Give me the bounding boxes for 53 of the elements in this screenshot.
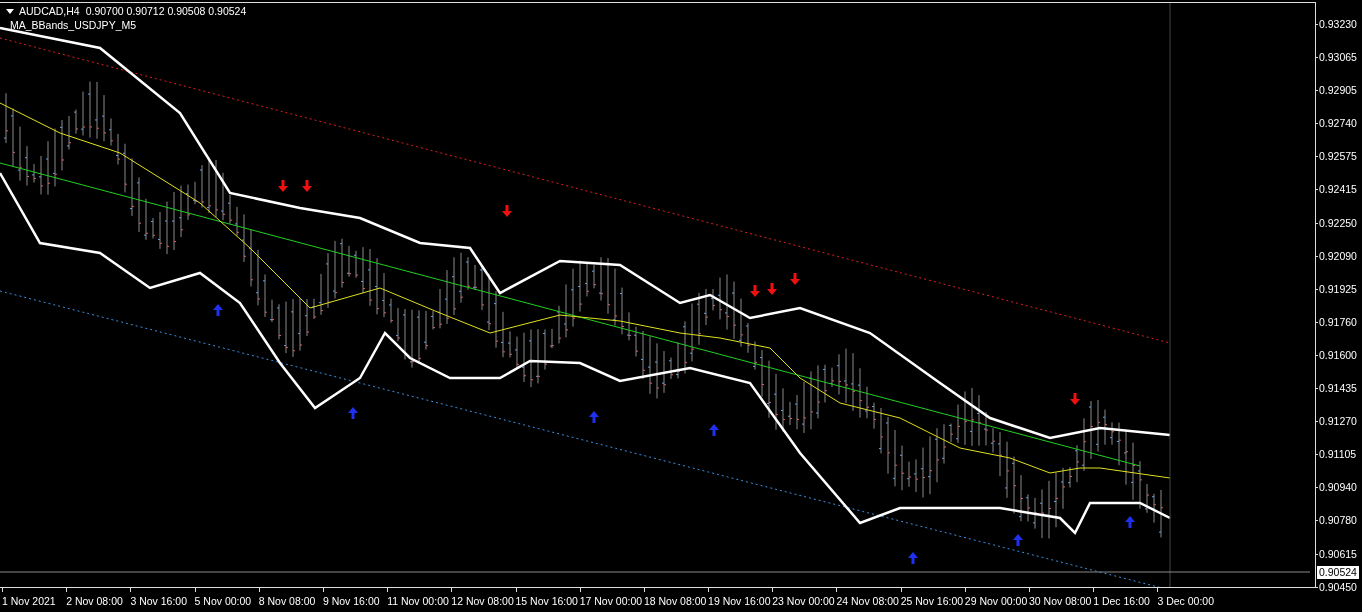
time-label: 18 Nov 08:00 (643, 587, 709, 612)
price-label: 0.90940 (1316, 471, 1362, 505)
time-label: 19 Nov 16:00 (708, 587, 773, 612)
price-values: 0.90700 0.90712 0.90508 0.90524 (85, 5, 247, 17)
time-label: 3 Nov 16:00 (130, 587, 195, 612)
price-label: 0.91600 (1316, 338, 1362, 373)
price-label: 0.92740 (1316, 107, 1362, 141)
time-label: 11 Nov 00:00 (387, 587, 452, 612)
time-label: 25 Nov 16:00 (900, 587, 965, 612)
price-label: 0.92905 (1316, 74, 1362, 108)
down-arrow-icon (790, 273, 800, 285)
up-arrow-icon (1013, 534, 1023, 546)
time-label: 1 Dec 16:00 (1093, 587, 1158, 612)
time-label: 9 Nov 16:00 (322, 587, 388, 612)
price-label: 0.90780 (1316, 504, 1362, 538)
up-arrow-icon (213, 304, 223, 316)
down-arrow-icon (302, 180, 312, 192)
time-label: 2 Nov 08:00 (66, 587, 131, 612)
up-arrow-icon (908, 552, 918, 564)
indicator-label: MA_BBands_USDJPY_M5 (10, 19, 138, 31)
price-label: 0.91105 (1316, 438, 1362, 472)
up-arrow-icon (348, 407, 358, 419)
price-label: 0.91760 (1316, 305, 1362, 339)
price-label: 0.93230 (1316, 8, 1362, 42)
price-label: 0.93065 (1316, 41, 1362, 75)
down-arrow-icon (278, 180, 288, 192)
down-arrow-icon (1070, 393, 1080, 405)
time-label: 15 Nov 16:00 (515, 587, 580, 612)
down-arrow-icon (750, 285, 760, 297)
up-arrow-icon (1125, 516, 1135, 528)
time-label: 30 Nov 08:00 (1029, 587, 1094, 612)
up-arrow-icon (589, 411, 599, 423)
dropdown-icon[interactable] (6, 8, 14, 14)
time-label: 8 Nov 08:00 (258, 587, 323, 612)
price-label: 0.92415 (1316, 173, 1362, 207)
time-label: 3 Dec 00:00 (1157, 587, 1222, 612)
price-label: 0.91270 (1316, 405, 1362, 439)
down-arrow-icon (767, 283, 777, 295)
time-label: 5 Nov 00:00 (194, 587, 259, 612)
price-label: 0.91435 (1316, 372, 1362, 406)
time-label: 1 Nov 2021 (2, 587, 67, 612)
time-label: 24 Nov 08:00 (836, 587, 901, 612)
time-label: 17 Nov 00:00 (579, 587, 644, 612)
price-label: 0.91925 (1316, 272, 1362, 306)
time-label: 12 Nov 08:00 (451, 587, 516, 612)
symbol-label: AUDCAD,H4 (19, 5, 80, 17)
price-label: 0.92250 (1316, 206, 1362, 240)
price-label: 0.92090 (1316, 239, 1362, 273)
up-arrow-icon (709, 424, 719, 436)
time-label: 29 Nov 00:00 (964, 587, 1029, 612)
time-label: 23 Nov 00:00 (772, 587, 837, 612)
down-arrow-icon (502, 205, 512, 217)
price-label: 0.92575 (1316, 140, 1362, 174)
